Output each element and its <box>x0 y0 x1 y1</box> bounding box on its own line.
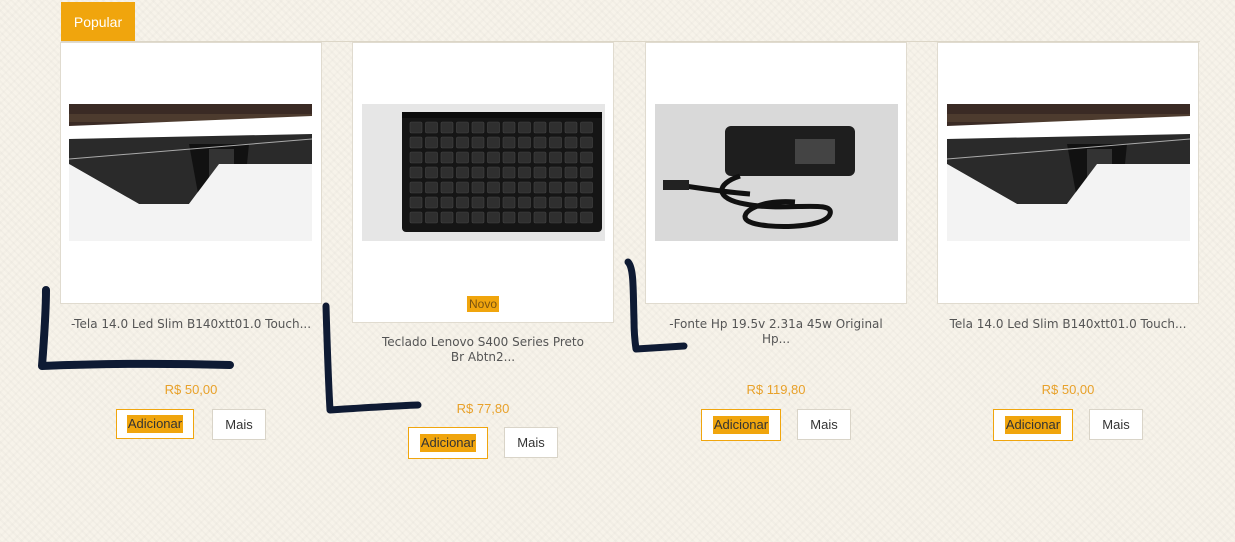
annotation-mark <box>322 302 422 414</box>
annotation-marks <box>38 258 688 414</box>
annotation-mark <box>624 258 688 353</box>
annotation-mark <box>38 286 234 370</box>
